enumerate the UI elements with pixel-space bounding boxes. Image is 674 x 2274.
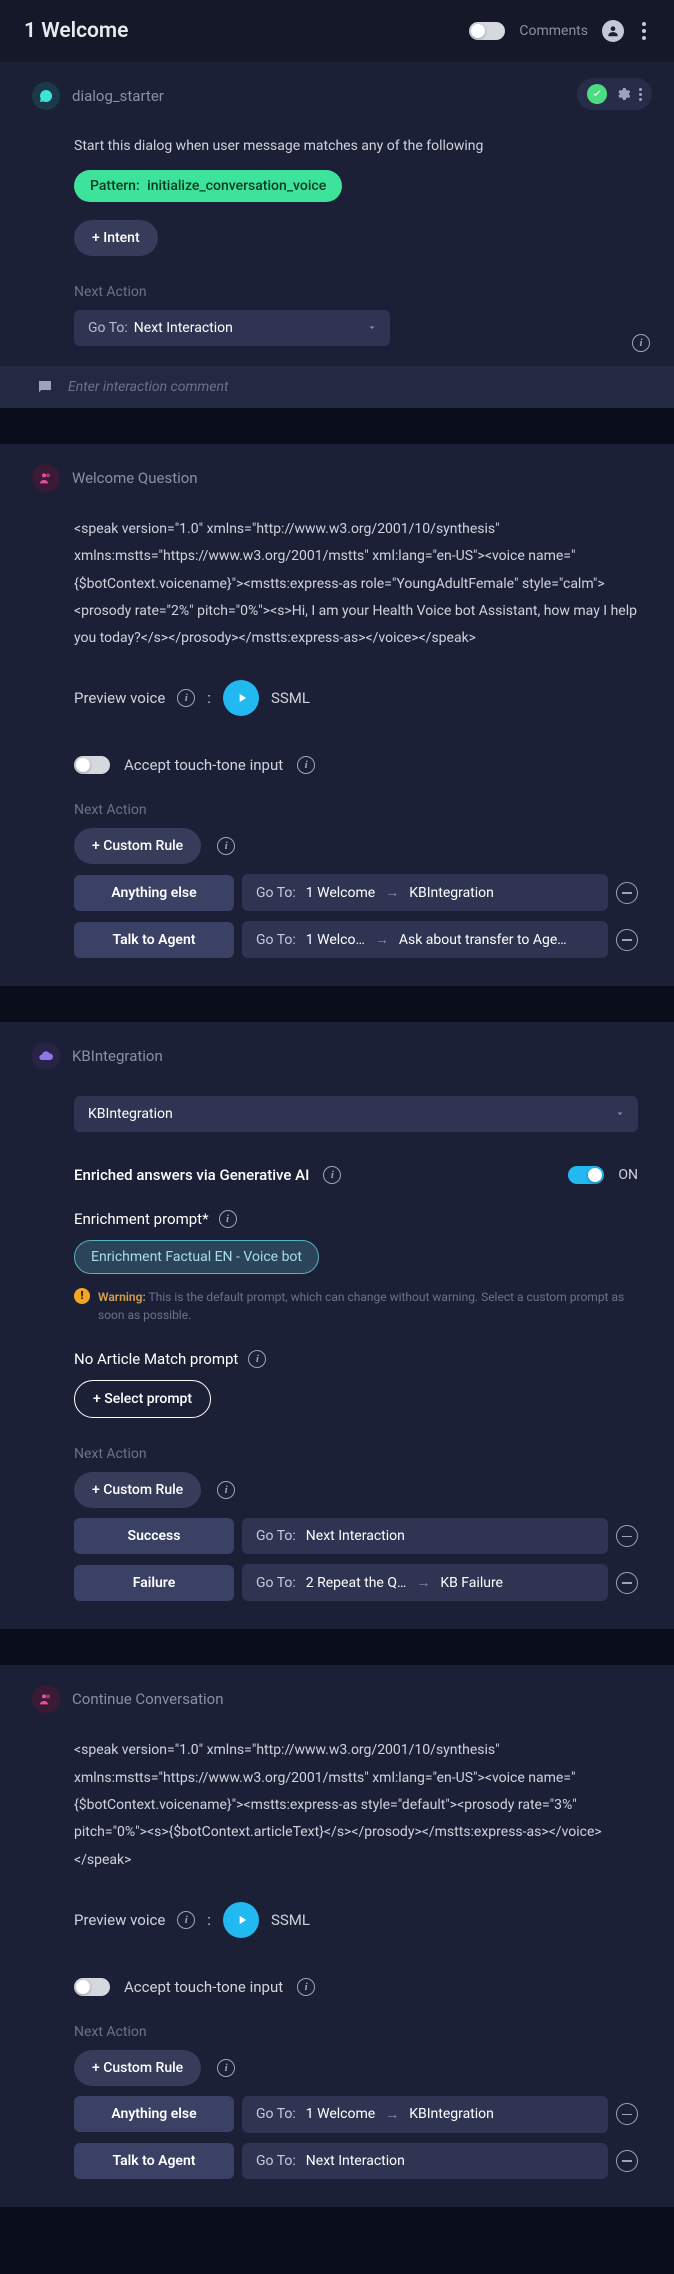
rule-condition[interactable]: Anything else	[74, 875, 234, 911]
status-ok-icon	[587, 84, 607, 104]
overflow-menu-icon[interactable]	[638, 18, 650, 44]
question-icon	[32, 1685, 60, 1713]
rule-row: Anything else Go To: 1 Welcome → KBInteg…	[74, 2096, 638, 2133]
touch-tone-label: Accept touch-tone input	[124, 1978, 283, 1996]
touch-tone-label: Accept touch-tone input	[124, 756, 283, 774]
arrow-right-icon: →	[375, 931, 389, 948]
rule-row: Anything else Go To: 1 Welcome → KBInteg…	[74, 874, 638, 911]
page-title: 1 Welcome	[24, 19, 128, 43]
no-match-label: No Article Match prompt	[74, 1350, 238, 1368]
custom-rule-button[interactable]: + Custom Rule	[74, 2050, 201, 2086]
play-button[interactable]	[223, 680, 259, 716]
rule-target[interactable]: Go To: 1 Welcome → KBIntegration	[242, 874, 608, 911]
card-action-tray	[577, 78, 652, 110]
toggle-on-label: ON	[618, 1167, 638, 1183]
rule-condition[interactable]: Talk to Agent	[74, 922, 234, 958]
gear-icon[interactable]	[615, 86, 631, 102]
rule-condition[interactable]: Anything else	[74, 2096, 234, 2132]
card-title: dialog_starter	[72, 87, 164, 105]
card-title: KBIntegration	[72, 1047, 163, 1065]
select-prompt-button[interactable]: + Select prompt	[74, 1380, 211, 1418]
welcome-question-card: Welcome Question <speak version="1.0" xm…	[0, 444, 674, 986]
remove-rule-button[interactable]	[616, 882, 638, 904]
preview-voice-label: Preview voice	[74, 1911, 165, 1929]
rule-target[interactable]: Go To: Next Interaction	[242, 1518, 608, 1554]
card-title: Continue Conversation	[72, 1690, 224, 1708]
comments-toggle[interactable]	[469, 22, 505, 40]
remove-rule-button[interactable]	[616, 2103, 638, 2125]
next-action-label: Next Action	[74, 284, 638, 300]
comment-input[interactable]: Enter interaction comment	[0, 366, 674, 408]
card-title: Welcome Question	[72, 469, 198, 487]
dialog-description: Start this dialog when user message matc…	[74, 138, 638, 154]
next-action-label: Next Action	[74, 2024, 638, 2040]
rule-condition[interactable]: Talk to Agent	[74, 2143, 234, 2179]
rule-target[interactable]: Go To: 1 Welcome → KBIntegration	[242, 2096, 608, 2133]
user-icon[interactable]	[602, 20, 624, 42]
enriched-label: Enriched answers via Generative AI	[74, 1166, 309, 1184]
info-icon[interactable]: i	[217, 1481, 235, 1499]
rule-target[interactable]: Go To: 1 Welco… → Ask about transfer to …	[242, 921, 608, 958]
info-icon[interactable]: i	[177, 1911, 195, 1929]
info-icon[interactable]: i	[219, 1210, 237, 1228]
rule-row: Success Go To: Next Interaction	[74, 1518, 638, 1554]
dialog-starter-card: dialog_starter Start this dialog when us…	[0, 62, 674, 408]
warning-icon: !	[74, 1288, 90, 1304]
kb-integration-card: KBIntegration KBIntegration Enriched ans…	[0, 1022, 674, 1629]
warning-row: ! Warning: This is the default prompt, w…	[74, 1288, 638, 1324]
chevron-down-icon	[614, 1105, 626, 1124]
ssml-label: SSML	[271, 1911, 310, 1929]
kb-select[interactable]: KBIntegration	[74, 1096, 638, 1132]
preview-voice-label: Preview voice	[74, 689, 165, 707]
info-icon[interactable]: i	[217, 2059, 235, 2077]
enrichment-prompt-label: Enrichment prompt*	[74, 1210, 209, 1228]
rule-row: Failure Go To: 2 Repeat the Q… → KB Fail…	[74, 1564, 638, 1601]
info-icon[interactable]: i	[323, 1166, 341, 1184]
rule-row: Talk to Agent Go To: 1 Welco… → Ask abou…	[74, 921, 638, 958]
ssml-label: SSML	[271, 689, 310, 707]
chat-icon	[32, 82, 60, 110]
cloud-icon	[32, 1042, 60, 1070]
play-button[interactable]	[223, 1902, 259, 1938]
pattern-chip[interactable]: Pattern: initialize_conversation_voice	[74, 170, 342, 202]
custom-rule-button[interactable]: + Custom Rule	[74, 1472, 201, 1508]
info-icon[interactable]: i	[177, 689, 195, 707]
rule-row: Talk to Agent Go To: Next Interaction	[74, 2143, 638, 2179]
page-header: 1 Welcome Comments	[0, 0, 674, 62]
chevron-down-icon	[366, 319, 378, 338]
arrow-right-icon: →	[385, 884, 399, 901]
info-icon[interactable]: i	[248, 1350, 266, 1368]
custom-rule-button[interactable]: + Custom Rule	[74, 828, 201, 864]
enrichment-chip[interactable]: Enrichment Factual EN - Voice bot	[74, 1240, 319, 1274]
ssml-content: <speak version="1.0" xmlns="http://www.w…	[74, 1737, 638, 1873]
continue-conversation-card: Continue Conversation <speak version="1.…	[0, 1665, 674, 2206]
rule-condition[interactable]: Success	[74, 1518, 234, 1554]
remove-rule-button[interactable]	[616, 1525, 638, 1547]
remove-rule-button[interactable]	[616, 929, 638, 951]
next-action-label: Next Action	[74, 802, 638, 818]
rule-condition[interactable]: Failure	[74, 1565, 234, 1601]
info-icon[interactable]: i	[297, 756, 315, 774]
card-overflow-icon[interactable]	[639, 88, 642, 101]
info-icon[interactable]: i	[297, 1978, 315, 1996]
ssml-content: <speak version="1.0" xmlns="http://www.w…	[74, 516, 638, 652]
remove-rule-button[interactable]	[616, 1572, 638, 1594]
remove-rule-button[interactable]	[616, 2150, 638, 2172]
question-icon	[32, 464, 60, 492]
touch-tone-toggle[interactable]	[74, 1978, 110, 1996]
rule-target[interactable]: Go To: Next Interaction	[242, 2143, 608, 2179]
touch-tone-toggle[interactable]	[74, 756, 110, 774]
arrow-right-icon: →	[416, 1574, 430, 1591]
info-icon[interactable]: i	[217, 837, 235, 855]
next-action-select[interactable]: Go To: Next Interaction	[74, 310, 390, 346]
comment-icon	[36, 378, 54, 396]
add-intent-button[interactable]: + Intent	[74, 220, 158, 256]
rule-target[interactable]: Go To: 2 Repeat the Q… → KB Failure	[242, 1564, 608, 1601]
arrow-right-icon: →	[385, 2106, 399, 2123]
comments-label: Comments	[519, 23, 588, 39]
next-action-label: Next Action	[74, 1446, 638, 1462]
info-icon[interactable]: i	[632, 334, 650, 352]
enriched-toggle[interactable]	[568, 1166, 604, 1184]
